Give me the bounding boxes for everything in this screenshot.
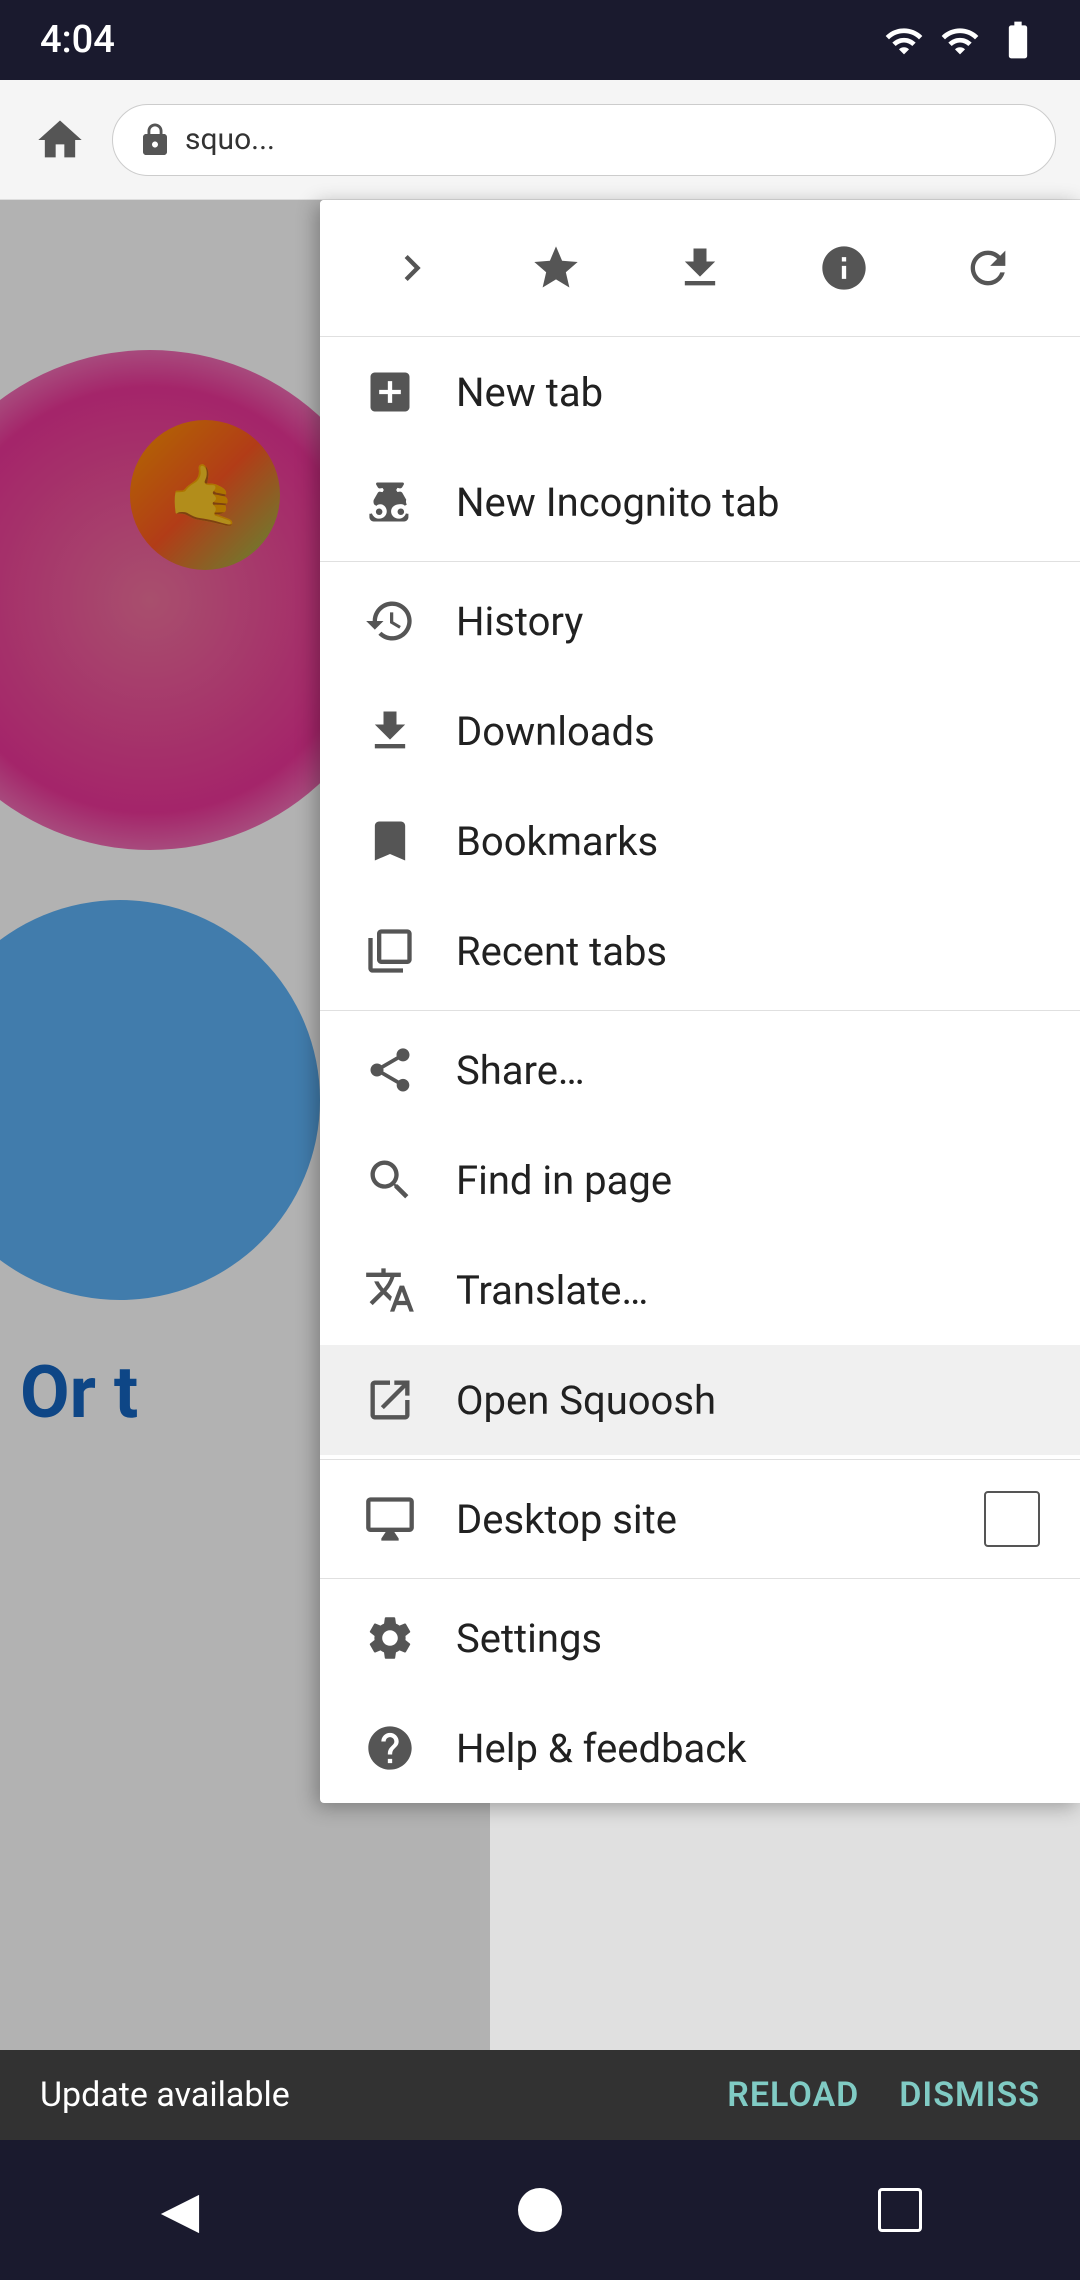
- menu-item-label-share: Share…: [456, 1047, 1040, 1094]
- menu-item-label-recent-tabs: Recent tabs: [456, 928, 1040, 975]
- menu-item-label-open-squoosh: Open Squoosh: [456, 1377, 1040, 1424]
- signal-icon: [884, 19, 924, 61]
- share-icon: [360, 1040, 420, 1100]
- settings-icon: [360, 1608, 420, 1668]
- back-button[interactable]: ◀: [130, 2170, 230, 2250]
- bookmark-star-button[interactable]: [516, 228, 596, 308]
- menu-item-share[interactable]: Share…: [320, 1015, 1080, 1125]
- update-message: Update available: [40, 2075, 290, 2115]
- downloads-icon: [360, 701, 420, 761]
- menu-item-label-settings: Settings: [456, 1615, 1040, 1662]
- incognito-icon: [360, 472, 420, 532]
- menu-item-translate[interactable]: Translate…: [320, 1235, 1080, 1345]
- address-text: squo...: [185, 122, 275, 157]
- menu-item-recent-tabs[interactable]: Recent tabs: [320, 896, 1080, 1006]
- help-icon: [360, 1718, 420, 1778]
- menu-item-help-feedback[interactable]: Help & feedback: [320, 1693, 1080, 1803]
- menu-item-new-tab[interactable]: New tab: [320, 337, 1080, 447]
- update-actions: RELOAD DISMISS: [727, 2075, 1040, 2115]
- download-button[interactable]: [660, 228, 740, 308]
- menu-item-new-incognito-tab[interactable]: New Incognito tab: [320, 447, 1080, 557]
- open-app-icon: [360, 1370, 420, 1430]
- bookmarks-icon: [360, 811, 420, 871]
- menu-item-history[interactable]: History: [320, 566, 1080, 676]
- home-circle-icon: [518, 2188, 562, 2232]
- menu-item-open-squoosh[interactable]: Open Squoosh: [320, 1345, 1080, 1455]
- browser-menu: New tab New Incognito tab History Downloads…: [320, 200, 1080, 1803]
- desktop-site-checkbox[interactable]: [984, 1491, 1040, 1547]
- reload-button[interactable]: RELOAD: [727, 2075, 859, 2115]
- dismiss-button[interactable]: DISMISS: [899, 2075, 1040, 2115]
- menu-icon-toolbar: [320, 200, 1080, 337]
- menu-divider: [320, 1459, 1080, 1460]
- menu-item-label-translate: Translate…: [456, 1267, 1040, 1314]
- back-icon: ◀: [161, 2181, 199, 2240]
- home-button[interactable]: [24, 104, 96, 176]
- menu-item-label-help-feedback: Help & feedback: [456, 1725, 1040, 1772]
- status-time: 4:04: [40, 18, 115, 62]
- info-button[interactable]: [804, 228, 884, 308]
- browser-toolbar: squo...: [0, 80, 1080, 200]
- recent-icon: [878, 2188, 922, 2232]
- wifi-icon: [940, 19, 980, 61]
- lock-icon: [137, 121, 173, 158]
- menu-divider: [320, 1578, 1080, 1579]
- find-icon: [360, 1150, 420, 1210]
- battery-icon: [996, 18, 1040, 62]
- menu-item-label-history: History: [456, 598, 1040, 645]
- menu-item-settings[interactable]: Settings: [320, 1583, 1080, 1693]
- recent-tabs-icon: [360, 921, 420, 981]
- status-bar: 4:04: [0, 0, 1080, 80]
- desktop-icon: [360, 1489, 420, 1549]
- menu-items-list: New tab New Incognito tab History Downloads…: [320, 337, 1080, 1803]
- menu-item-label-new-incognito-tab: New Incognito tab: [456, 479, 1040, 526]
- home-nav-button[interactable]: [490, 2170, 590, 2250]
- menu-item-bookmarks[interactable]: Bookmarks: [320, 786, 1080, 896]
- menu-item-label-new-tab: New tab: [456, 369, 1040, 416]
- menu-item-label-find-in-page: Find in page: [456, 1157, 1040, 1204]
- forward-button[interactable]: [372, 228, 452, 308]
- menu-item-downloads[interactable]: Downloads: [320, 676, 1080, 786]
- menu-item-label-desktop-site: Desktop site: [456, 1496, 948, 1543]
- menu-item-label-bookmarks: Bookmarks: [456, 818, 1040, 865]
- plus-square-icon: [360, 362, 420, 422]
- translate-icon: [360, 1260, 420, 1320]
- status-icons: [884, 18, 1040, 62]
- menu-divider: [320, 561, 1080, 562]
- address-bar[interactable]: squo...: [112, 104, 1056, 176]
- menu-item-desktop-site[interactable]: Desktop site: [320, 1464, 1080, 1574]
- menu-item-label-downloads: Downloads: [456, 708, 1040, 755]
- refresh-button[interactable]: [948, 228, 1028, 308]
- recent-apps-button[interactable]: [850, 2170, 950, 2250]
- update-bar: Update available RELOAD DISMISS: [0, 2050, 1080, 2140]
- menu-item-find-in-page[interactable]: Find in page: [320, 1125, 1080, 1235]
- history-icon: [360, 591, 420, 651]
- bottom-nav: ◀: [0, 2140, 1080, 2280]
- menu-divider: [320, 1010, 1080, 1011]
